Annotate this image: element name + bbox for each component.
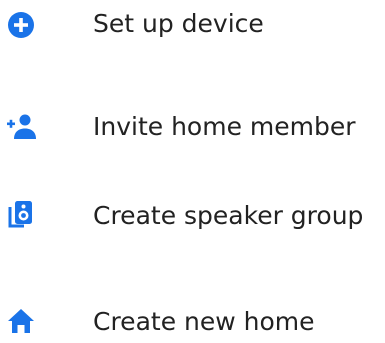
person-add-icon <box>6 112 36 142</box>
speaker-icon <box>6 199 36 229</box>
set-up-device-label: Set up device <box>93 9 264 38</box>
invite-home-member-item[interactable]: Invite home member <box>0 98 385 158</box>
home-icon <box>6 306 36 336</box>
invite-home-member-label: Invite home member <box>93 112 356 141</box>
add-circle-icon <box>6 10 36 40</box>
create-speaker-group-item[interactable]: Create speaker group <box>0 190 385 250</box>
create-new-home-item[interactable]: Create new home <box>0 295 385 343</box>
add-and-manage-menu: Set up device Invite home member Create … <box>0 0 385 343</box>
create-new-home-label: Create new home <box>93 307 315 336</box>
create-speaker-group-label: Create speaker group <box>93 201 364 230</box>
set-up-device-item[interactable]: Set up device <box>0 0 385 60</box>
